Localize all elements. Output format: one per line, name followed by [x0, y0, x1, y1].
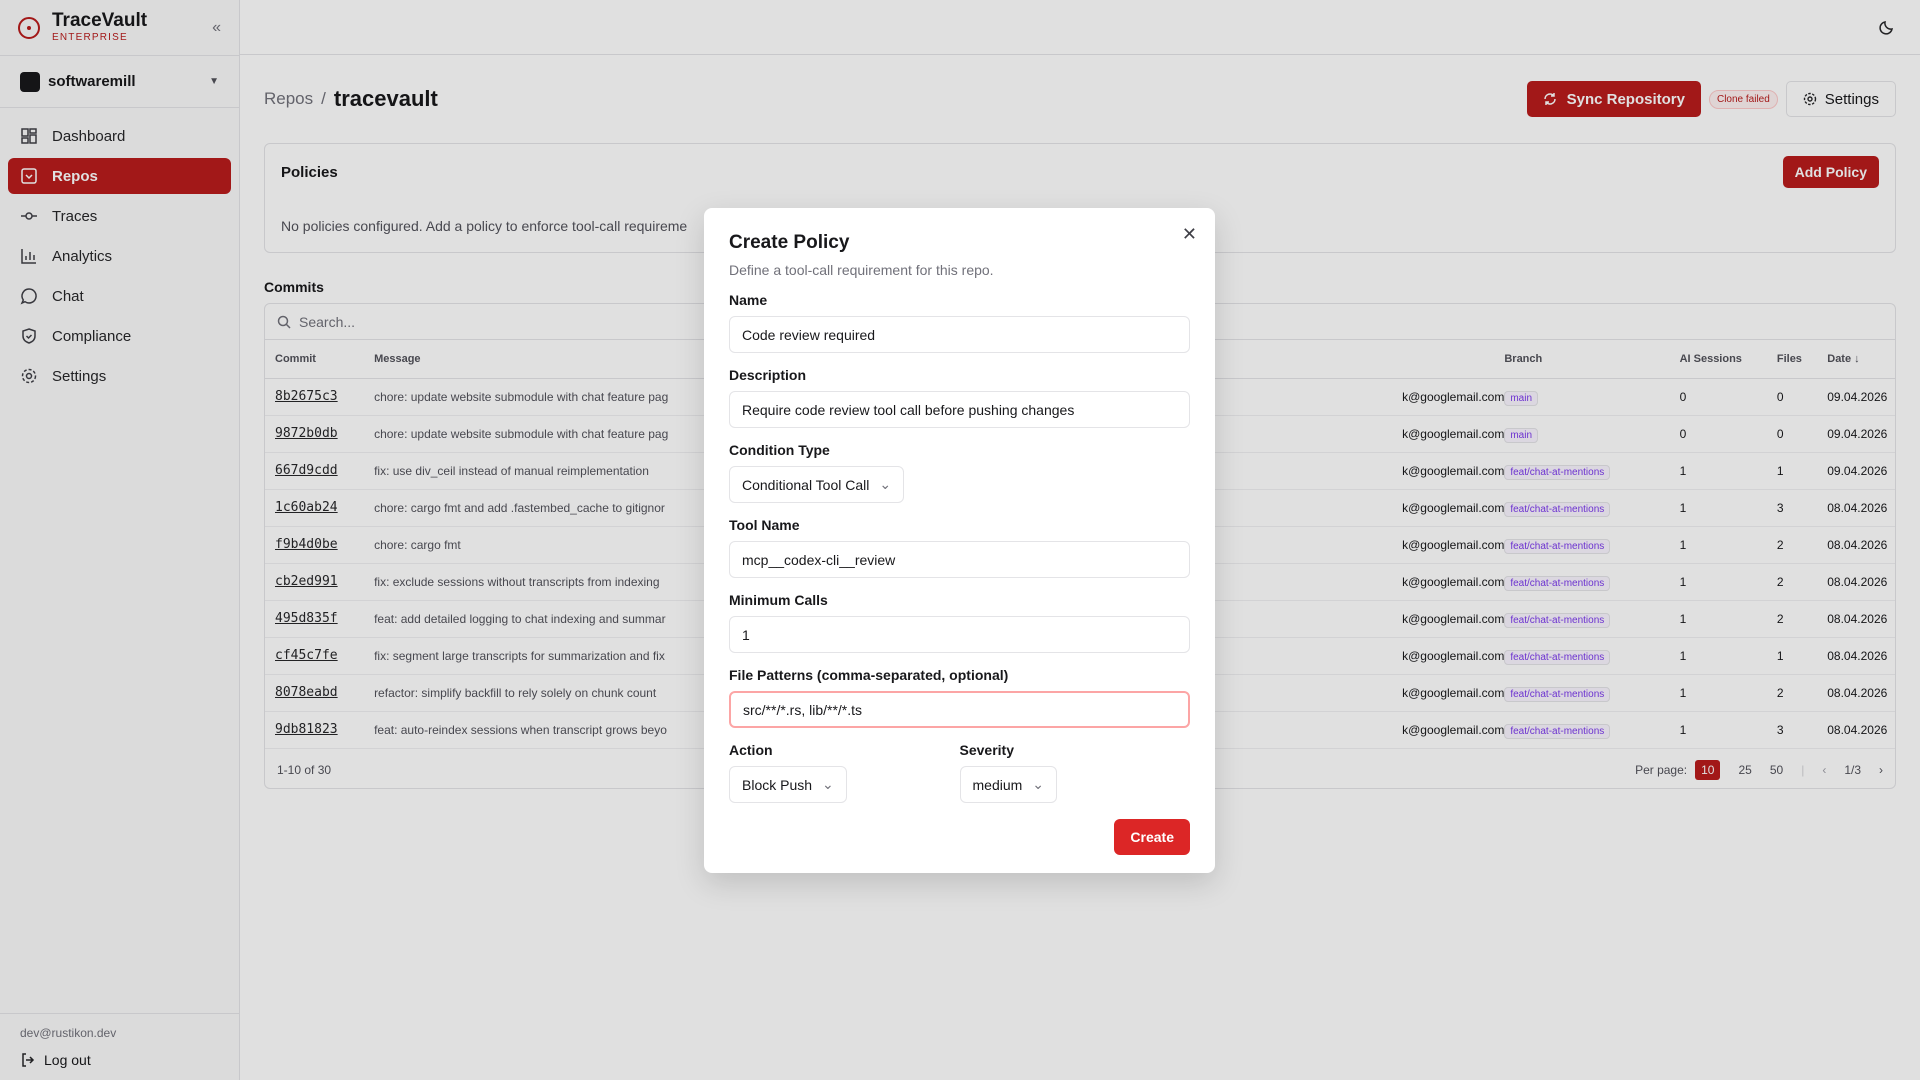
file-patterns-input[interactable]: src/**/*.rs, lib/**/*.ts: [729, 691, 1190, 728]
dialog-subtitle: Define a tool-call requirement for this …: [729, 262, 994, 278]
chevron-down-icon: ⌄: [879, 476, 892, 492]
severity-value: medium: [972, 776, 1023, 793]
minimum-calls-input[interactable]: 1: [729, 616, 1190, 653]
description-label: Description: [729, 367, 807, 383]
name-input[interactable]: Code review required: [729, 316, 1190, 353]
condition-type-value: Conditional Tool Call: [742, 476, 870, 493]
close-icon[interactable]: ✕: [1182, 224, 1197, 245]
tool-name-label: Tool Name: [729, 517, 800, 533]
create-policy-dialog: ✕ Create Policy Define a tool-call requi…: [704, 208, 1215, 873]
file-patterns-label: File Patterns (comma-separated, optional…: [729, 667, 1009, 683]
minimum-calls-label: Minimum Calls: [729, 592, 828, 608]
create-button[interactable]: Create: [1114, 819, 1190, 855]
action-select[interactable]: Block Push ⌄: [729, 766, 847, 803]
chevron-down-icon: ⌄: [1032, 776, 1045, 792]
action-value: Block Push: [742, 776, 813, 793]
tool-name-input[interactable]: mcp__codex-cli__review: [729, 541, 1190, 578]
severity-select[interactable]: medium ⌄: [959, 766, 1058, 803]
chevron-down-icon: ⌄: [822, 776, 834, 792]
severity-label: Severity: [959, 742, 1014, 758]
description-input[interactable]: Require code review tool call before pus…: [729, 391, 1190, 428]
dialog-title: Create Policy: [729, 232, 850, 253]
condition-type-label: Condition Type: [729, 442, 830, 458]
action-label: Action: [729, 742, 773, 758]
condition-type-select[interactable]: Conditional Tool Call ⌄: [729, 466, 905, 503]
name-label: Name: [729, 292, 768, 308]
